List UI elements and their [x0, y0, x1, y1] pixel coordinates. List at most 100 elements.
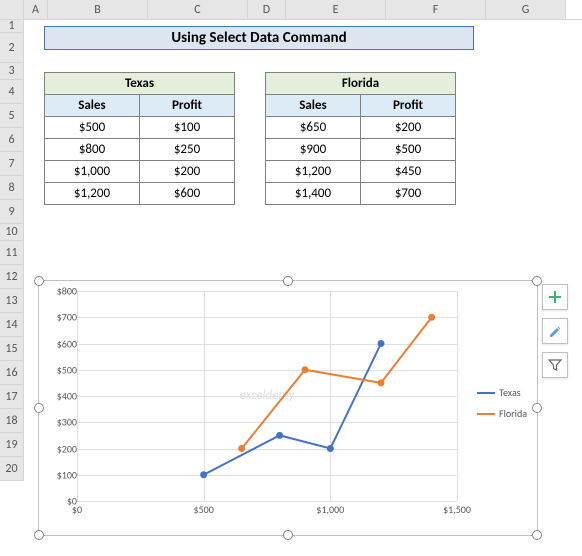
- col-header-G[interactable]: G: [486, 0, 566, 19]
- legend-label: Texas: [499, 386, 521, 399]
- table-row: $900$500: [266, 139, 456, 161]
- y-tick-label: $200: [57, 442, 77, 455]
- col-header-E[interactable]: E: [286, 0, 386, 19]
- row-headers: 1234567891011121314151617181920: [0, 20, 24, 481]
- resize-handle[interactable]: [532, 403, 542, 413]
- cell[interactable]: $500: [45, 117, 140, 139]
- resize-handle[interactable]: [283, 276, 293, 286]
- cell[interactable]: $250: [140, 139, 235, 161]
- cell[interactable]: $200: [140, 161, 235, 183]
- spreadsheet-grid: ABCDEFG 1234567891011121314151617181920 …: [0, 0, 582, 556]
- data-point: [238, 445, 245, 452]
- table-row: $800$250: [45, 139, 235, 161]
- row-header-15[interactable]: 15: [0, 337, 24, 361]
- data-point: [200, 471, 207, 478]
- y-tick-label: $400: [57, 390, 77, 403]
- row-header-19[interactable]: 19: [0, 433, 24, 457]
- table-row: $1,200$450: [266, 161, 456, 183]
- cell[interactable]: $200: [361, 117, 456, 139]
- row-header-16[interactable]: 16: [0, 361, 24, 385]
- cell[interactable]: $1,200: [45, 183, 140, 205]
- legend-item-texas: Texas: [477, 386, 527, 399]
- row-header-5[interactable]: 5: [0, 104, 24, 128]
- col-header-A[interactable]: A: [24, 0, 48, 19]
- column-headers: ABCDEFG: [0, 0, 582, 20]
- resize-handle[interactable]: [532, 530, 542, 540]
- legend-swatch: [477, 392, 495, 394]
- chart-styles-button[interactable]: [542, 318, 568, 344]
- col-header-C[interactable]: C: [148, 0, 248, 19]
- col-header-B[interactable]: B: [48, 0, 148, 19]
- select-all-corner[interactable]: [0, 0, 24, 19]
- plus-icon: [547, 289, 563, 305]
- chart-elements-button[interactable]: [542, 284, 568, 310]
- cell[interactable]: $100: [140, 117, 235, 139]
- cell[interactable]: $700: [361, 183, 456, 205]
- series-line-texas: [204, 344, 381, 475]
- resize-handle[interactable]: [34, 530, 44, 540]
- cell[interactable]: $600: [140, 183, 235, 205]
- row-header-6[interactable]: 6: [0, 128, 24, 152]
- x-tick-label: $1,000: [316, 503, 344, 516]
- row-header-14[interactable]: 14: [0, 313, 24, 337]
- legend-item-florida: Florida: [477, 407, 527, 420]
- vgridline: [457, 291, 458, 501]
- table-texas: TexasSalesProfit$500$100$800$250$1,000$2…: [44, 72, 235, 205]
- row-header-8[interactable]: 8: [0, 176, 24, 200]
- legend-label: Florida: [499, 407, 527, 420]
- cell[interactable]: $1,000: [45, 161, 140, 183]
- cell[interactable]: $1,400: [266, 183, 361, 205]
- cell[interactable]: $900: [266, 139, 361, 161]
- cell[interactable]: $500: [361, 139, 456, 161]
- row-header-1[interactable]: 1: [0, 20, 24, 33]
- page-title: Using Select Data Command: [44, 26, 474, 50]
- table-row: $1,200$600: [45, 183, 235, 205]
- table-col-header: Profit: [140, 95, 235, 117]
- resize-handle[interactable]: [532, 276, 542, 286]
- y-tick-label: $600: [57, 337, 77, 350]
- x-tick-label: $1,500: [443, 503, 471, 516]
- chart-container[interactable]: $0$100$200$300$400$500$600$700$800 excel…: [38, 280, 538, 536]
- row-header-7[interactable]: 7: [0, 152, 24, 176]
- resize-handle[interactable]: [283, 530, 293, 540]
- resize-handle[interactable]: [34, 403, 44, 413]
- chart-y-axis: $0$100$200$300$400$500$600$700$800: [47, 291, 77, 501]
- data-point: [302, 366, 309, 373]
- row-header-17[interactable]: 17: [0, 385, 24, 409]
- y-tick-label: $300: [57, 416, 77, 429]
- data-point: [378, 340, 385, 347]
- sheet-content: Using Select Data Command TexasSalesProf…: [24, 20, 474, 205]
- table-col-header: Sales: [45, 95, 140, 117]
- cell[interactable]: $450: [361, 161, 456, 183]
- row-header-2[interactable]: 2: [0, 33, 24, 63]
- row-header-20[interactable]: 20: [0, 457, 24, 481]
- row-header-9[interactable]: 9: [0, 200, 24, 224]
- y-tick-label: $800: [57, 285, 77, 298]
- row-header-13[interactable]: 13: [0, 289, 24, 313]
- legend-swatch: [477, 413, 495, 415]
- table-row: $650$200: [266, 117, 456, 139]
- col-header-D[interactable]: D: [248, 0, 286, 19]
- row-header-4[interactable]: 4: [0, 80, 24, 104]
- chart-filters-button[interactable]: [542, 352, 568, 378]
- chart-svg: [77, 291, 457, 501]
- table-region-header: Texas: [45, 73, 235, 95]
- y-tick-label: $700: [57, 311, 77, 324]
- row-header-18[interactable]: 18: [0, 409, 24, 433]
- chart-side-buttons: [542, 284, 568, 378]
- data-point: [378, 379, 385, 386]
- table-florida: FloridaSalesProfit$650$200$900$500$1,200…: [265, 72, 456, 205]
- x-tick-label: $0: [72, 503, 82, 516]
- row-header-11[interactable]: 11: [0, 241, 24, 265]
- row-header-10[interactable]: 10: [0, 224, 24, 241]
- resize-handle[interactable]: [34, 276, 44, 286]
- cell[interactable]: $800: [45, 139, 140, 161]
- table-region-header: Florida: [266, 73, 456, 95]
- x-tick-label: $500: [194, 503, 214, 516]
- cell[interactable]: $1,200: [266, 161, 361, 183]
- cell[interactable]: $650: [266, 117, 361, 139]
- row-header-3[interactable]: 3: [0, 63, 24, 80]
- gridline: [77, 501, 457, 502]
- row-header-12[interactable]: 12: [0, 265, 24, 289]
- col-header-F[interactable]: F: [386, 0, 486, 19]
